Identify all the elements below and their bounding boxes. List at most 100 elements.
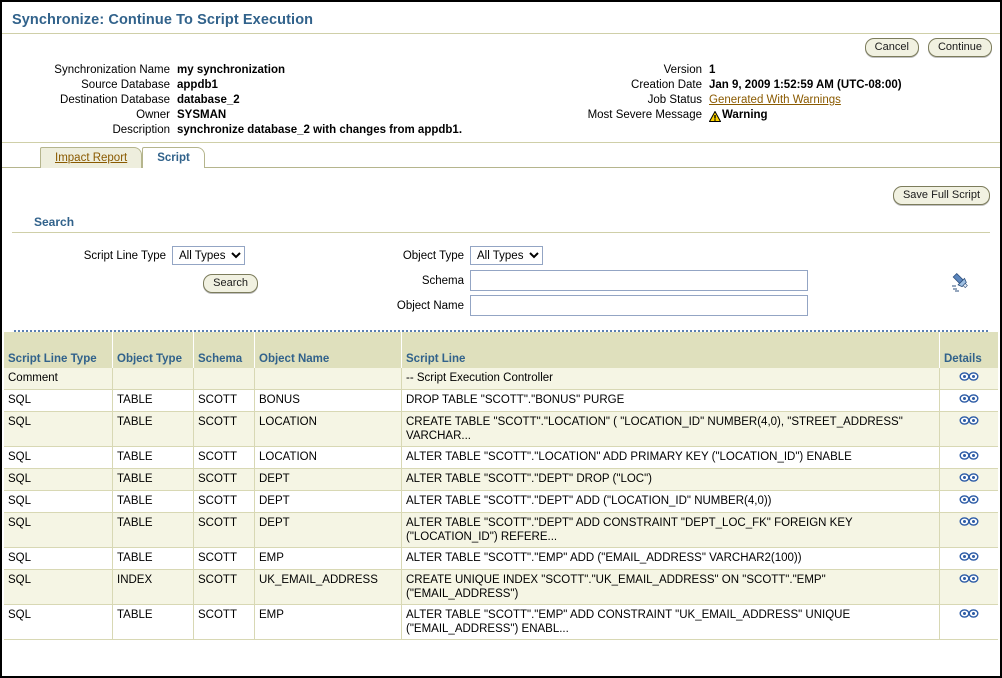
binoculars-icon[interactable] <box>959 574 979 587</box>
table-row: SQL TABLE SCOTT EMP ALTER TABLE "SCOTT"."EMP… <box>4 547 998 570</box>
summary-section: Synchronization Name Source Database Des… <box>2 57 1000 123</box>
value-job-status: Generated With Warnings <box>709 93 902 108</box>
binoculars-icon[interactable] <box>959 451 979 464</box>
script-line-cell: ALTER TABLE "SCOTT"."DEPT" ADD CONSTRAIN… <box>401 512 940 548</box>
script-line-type-cell: SQL <box>4 490 113 513</box>
table-row: SQL TABLE SCOTT LOCATION ALTER TABLE "SCOTT"… <box>4 446 998 469</box>
column-header-details[interactable]: Details <box>939 332 998 368</box>
script-line-type-cell: SQL <box>4 411 113 447</box>
value-version: 1 <box>709 64 716 76</box>
script-line-cell: CREATE TABLE "SCOTT"."LOCATION" ( "LOCAT… <box>401 411 940 447</box>
schema-cell <box>193 368 255 390</box>
column-header-script-line[interactable]: Script Line <box>401 332 940 368</box>
object-type-cell: TABLE <box>112 446 194 469</box>
script-line-type-select[interactable]: All Types <box>172 246 245 265</box>
details-cell <box>939 446 998 469</box>
summary-right-values: 1 Jan 9, 2009 1:52:59 AM (UTC-08:00) Gen… <box>708 63 902 123</box>
save-full-script-bar: Save Full Script <box>12 168 990 211</box>
results-table-wrap: Script Line Type Object Type Schema Obje… <box>4 332 998 640</box>
value-source-database: appdb1 <box>177 79 218 91</box>
schema-cell: SCOTT <box>193 468 255 491</box>
schema-input[interactable] <box>470 270 808 291</box>
table-header-row: Script Line Type Object Type Schema Obje… <box>4 332 998 368</box>
script-line-cell: DROP TABLE "SCOTT"."BONUS" PURGE <box>401 389 940 412</box>
script-line-type-cell: SQL <box>4 604 113 640</box>
tab-impact-report[interactable]: Impact Report <box>40 147 143 168</box>
script-line-cell: ALTER TABLE "SCOTT"."EMP" ADD ("EMAIL_AD… <box>401 547 940 570</box>
binoculars-icon[interactable] <box>959 416 979 429</box>
value-most-severe-message: Warning <box>708 108 902 123</box>
object-type-cell: TABLE <box>112 512 194 548</box>
search-form-right: Object Type All Types Schema Object Name <box>372 243 990 318</box>
schema-cell: SCOTT <box>193 512 255 548</box>
object-type-cell: TABLE <box>112 490 194 513</box>
table-row: SQL TABLE SCOTT DEPT ALTER TABLE "SCOTT"."DE… <box>4 468 998 491</box>
binoculars-icon[interactable] <box>959 495 979 508</box>
object-name-input[interactable] <box>470 295 808 316</box>
object-name-cell: UK_EMAIL_ADDRESS <box>254 569 402 605</box>
object-name-cell: LOCATION <box>254 446 402 469</box>
script-line-type-cell: Comment <box>4 368 113 390</box>
object-type-select[interactable]: All Types <box>470 246 543 265</box>
flashlight-icon-wrap <box>936 243 990 318</box>
value-creation-date: Jan 9, 2009 1:52:59 AM (UTC-08:00) <box>709 79 902 91</box>
script-line-cell: ALTER TABLE "SCOTT"."DEPT" DROP ("LOC") <box>401 468 940 491</box>
field-schema: Schema <box>372 268 936 293</box>
save-full-script-button[interactable]: Save Full Script <box>892 186 990 205</box>
binoculars-icon[interactable] <box>959 372 979 385</box>
label-schema: Schema <box>421 274 464 287</box>
column-header-object-type[interactable]: Object Type <box>112 332 194 368</box>
object-type-cell <box>112 368 194 390</box>
table-row: SQL TABLE SCOTT DEPT ALTER TABLE "SCOTT"."DE… <box>4 490 998 513</box>
details-cell <box>939 411 998 447</box>
continue-button[interactable]: Continue <box>927 38 992 57</box>
script-line-cell: ALTER TABLE "SCOTT"."LOCATION" ADD PRIMA… <box>401 446 940 469</box>
label-script-line-type: Script Line Type <box>83 249 166 262</box>
script-line-type-cell: SQL <box>4 446 113 469</box>
table-row: SQL INDEX SCOTT UK_EMAIL_ADDRESS CREATE UNIQ… <box>4 569 998 605</box>
binoculars-icon[interactable] <box>959 552 979 565</box>
value-owner: SYSMAN <box>177 109 227 121</box>
binoculars-icon[interactable] <box>959 473 979 486</box>
table-row: SQL TABLE SCOTT EMP ALTER TABLE "SCOTT"."EMP… <box>4 604 998 640</box>
object-type-cell: TABLE <box>112 604 194 640</box>
binoculars-icon[interactable] <box>959 517 979 530</box>
summary-left-labels: Synchronization Name Source Database Des… <box>2 63 177 123</box>
field-script-line-type: Script Line Type All Types <box>42 243 372 268</box>
cancel-button[interactable]: Cancel <box>864 38 919 57</box>
column-header-object-name[interactable]: Object Name <box>254 332 402 368</box>
field-object-type: Object Type All Types <box>372 243 936 268</box>
object-name-cell: DEPT <box>254 468 402 491</box>
object-name-cell <box>254 368 402 390</box>
label-destination-database: Destination Database <box>60 94 170 106</box>
search-divider <box>12 232 990 233</box>
label-job-status: Job Status <box>647 94 702 106</box>
details-cell <box>939 569 998 605</box>
tab-script[interactable]: Script <box>142 147 205 169</box>
script-line-cell: ALTER TABLE "SCOTT"."EMP" ADD CONSTRAINT… <box>401 604 940 640</box>
object-type-cell: TABLE <box>112 547 194 570</box>
label-source-database: Source Database <box>81 79 170 91</box>
flashlight-icon[interactable] <box>950 271 972 296</box>
search-button-row: Search <box>42 268 372 293</box>
details-cell <box>939 604 998 640</box>
column-header-schema[interactable]: Schema <box>193 332 255 368</box>
warning-icon <box>708 110 722 122</box>
object-name-cell: EMP <box>254 547 402 570</box>
table-row: SQL TABLE SCOTT LOCATION CREATE TABLE "SCOTT… <box>4 411 998 447</box>
value-synchronization-name: my synchronization <box>177 64 285 76</box>
content-area: Save Full Script Search Script Line Type… <box>2 168 1000 332</box>
binoculars-icon[interactable] <box>959 394 979 407</box>
search-button[interactable]: Search <box>203 274 258 293</box>
column-header-script-line-type[interactable]: Script Line Type <box>4 332 113 368</box>
tab-bar: Impact Report Script <box>2 146 1000 169</box>
script-line-cell: ALTER TABLE "SCOTT"."DEPT" ADD ("LOCATIO… <box>401 490 940 513</box>
job-status-link[interactable]: Generated With Warnings <box>709 94 841 106</box>
script-line-type-cell: SQL <box>4 468 113 491</box>
script-line-type-cell: SQL <box>4 389 113 412</box>
description-row: Description synchronize database_2 with … <box>2 123 1000 138</box>
page-title: Synchronize: Continue To Script Executio… <box>12 12 314 28</box>
script-line-type-cell: SQL <box>4 547 113 570</box>
binoculars-icon[interactable] <box>959 609 979 622</box>
object-name-cell: BONUS <box>254 389 402 412</box>
